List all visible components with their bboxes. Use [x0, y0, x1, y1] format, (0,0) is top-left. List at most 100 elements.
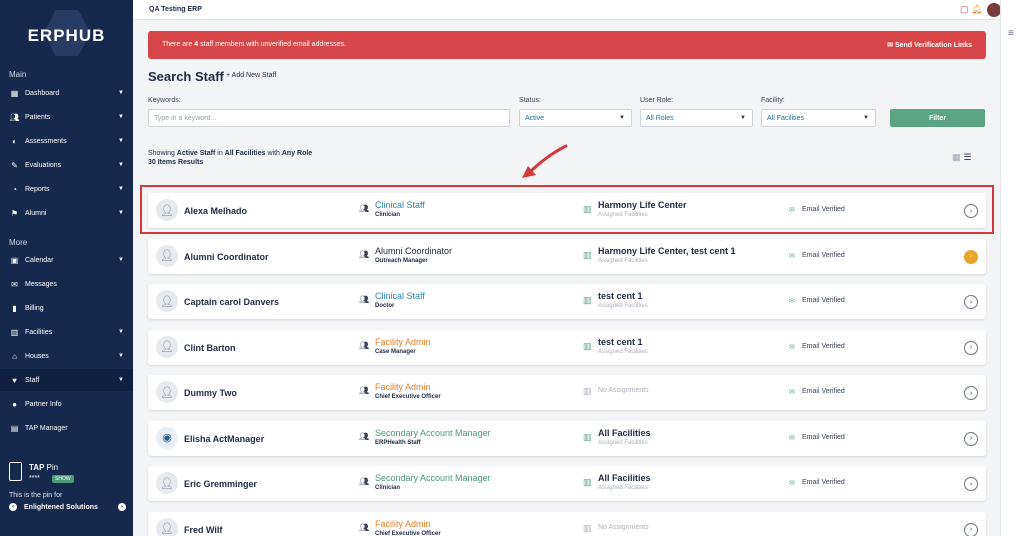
staff-role: Alumni Coordinator [375, 245, 453, 256]
open-staff-button[interactable]: › [964, 431, 978, 446]
dashboard-icon: ▦ [10, 88, 19, 98]
open-staff-button[interactable]: › [964, 249, 978, 264]
sidebar-item-alumni[interactable]: ⚑ Alumni ▼ [0, 202, 133, 224]
right-rail: ≡ [1000, 0, 1024, 536]
chevron-left-icon[interactable]: ‹ [9, 503, 17, 511]
person-avatar-icon: 👤︎ [156, 244, 178, 267]
role-icon: 👥︎ [359, 522, 370, 532]
staff-row[interactable]: 👤︎ Alumni Coordinator 👥︎ Alumni Coordinator… [148, 238, 986, 274]
reports-icon: ◔ [12, 184, 17, 194]
tap-org-switcher[interactable]: ‹ Enlightened Solutions › [9, 503, 126, 511]
chat-notification-icon[interactable]: ▢ [960, 4, 969, 15]
sidebar-item-label: Staff [25, 376, 40, 384]
open-staff-button[interactable]: › [964, 522, 978, 536]
sidebar: ERPHUB Main ▦ Dashboard ▼ 👥︎ Patients ▼ ◐ Asses… [0, 0, 133, 536]
sidebar-item-houses[interactable]: ⌂ Houses ▼ [0, 345, 133, 367]
brand-logo[interactable]: ERPHUB [0, 8, 133, 60]
role-icon: 👥︎ [359, 477, 370, 486]
sidebar-item-messages[interactable]: ✉ Messages [0, 273, 133, 295]
sidebar-item-tap-manager[interactable]: ▤ TAP Manager [0, 417, 133, 439]
open-staff-button[interactable]: › [964, 477, 978, 491]
calendar-icon: ▣ [10, 255, 19, 265]
sidebar-item-billing[interactable]: ▮ Billing [0, 297, 133, 319]
sidebar-item-label: Patients [25, 113, 51, 121]
sidebar-item-facilities[interactable]: ▥ Facilities ▼ [0, 321, 133, 343]
staff-name[interactable]: Dummy Two [184, 388, 237, 398]
chevron-down-icon: ▼ [740, 115, 746, 121]
sidebar-item-assessments[interactable]: ◐ Assessments ▼ [0, 130, 133, 152]
chevron-down-icon: ▼ [118, 257, 124, 263]
facility-select[interactable]: All Facilities ▼ [761, 109, 876, 127]
sidebar-item-evaluations[interactable]: ✎ Evaluations ▼ [0, 154, 133, 176]
staff-row[interactable]: ◉ Elisha ActManager 👥︎ Secondary Account Ma… [148, 420, 986, 456]
keywords-label: Keywords: [148, 97, 181, 104]
staff-row[interactable]: 👤︎ Captain carol Danvers 👥︎ Clinical Staff D… [148, 284, 986, 319]
erp-logo-avatar: ◉ [156, 426, 178, 449]
facility-building-icon: ▥ [583, 295, 592, 305]
send-verification-links-button[interactable]: ✉ Send Verification Links [887, 41, 972, 49]
assessments-icon: ◐ [12, 136, 17, 146]
chevron-down-icon: ▼ [118, 138, 124, 144]
staff-title: Doctor [375, 303, 395, 309]
keywords-input[interactable] [148, 109, 510, 127]
status-label: Status: [519, 97, 541, 104]
role-icon: 👥︎ [359, 249, 370, 259]
filter-button[interactable]: Filter [890, 109, 985, 127]
unverified-email-alert: There are 4 staff members with unverifie… [148, 31, 986, 59]
staff-facility: No Assignments [598, 523, 649, 531]
sidebar-item-staff[interactable]: ♥ Staff ▼ [0, 369, 133, 391]
chevron-down-icon: ▼ [863, 115, 869, 121]
facility-building-icon: ▥ [583, 386, 592, 396]
staff-row[interactable]: 👤︎ Fred Wilf 👥︎ Facility Admin Chief Executi… [148, 511, 986, 536]
menu-icon[interactable]: ≡ [1008, 28, 1014, 39]
sidebar-item-label: Messages [25, 280, 57, 288]
email-verified-icon: ✉ [789, 389, 795, 396]
user-role-select[interactable]: All Roles ▼ [640, 109, 753, 127]
list-view-icon[interactable]: ☰ [964, 152, 972, 163]
status-select[interactable]: Active ▼ [519, 109, 632, 127]
annotation-arrow [522, 144, 568, 178]
staff-name[interactable]: Captain carol Danvers [184, 297, 279, 307]
role-icon: 👥︎ [359, 295, 370, 304]
grid-view-icon[interactable]: ▦ [952, 152, 961, 163]
staff-row[interactable]: 👤︎ Eric Gremminger 👥︎ Secondary Account Man… [148, 466, 986, 501]
evaluations-icon: ✎ [11, 160, 18, 170]
bell-icon[interactable]: 🔔︎ [971, 4, 982, 15]
staff-name[interactable]: Elisha ActManager [184, 434, 264, 444]
show-pin-button[interactable]: SHOW [52, 475, 74, 483]
staff-role: Facility Admin [375, 336, 431, 347]
open-staff-button[interactable]: › [964, 295, 978, 309]
patients-icon: 👥︎ [9, 112, 20, 122]
add-new-staff-link[interactable]: + Add New Staff [226, 72, 276, 79]
sidebar-item-dashboard[interactable]: ▦ Dashboard ▼ [0, 82, 133, 104]
staff-icon: ♥ [12, 375, 17, 385]
email-verified-icon: ✉ [789, 252, 795, 260]
staff-name[interactable]: Alumni Coordinator [184, 252, 269, 262]
tap-pin-title: TAP Pin [29, 463, 59, 472]
facility-subtitle: Assigned Facilities [598, 485, 648, 491]
staff-name[interactable]: Eric Gremminger [184, 479, 257, 489]
open-staff-button[interactable]: › [964, 340, 978, 355]
chevron-right-icon[interactable]: › [118, 503, 126, 511]
sidebar-item-partner-info[interactable]: ● Partner Info [0, 393, 133, 415]
chevron-down-icon: ▼ [118, 377, 124, 383]
person-avatar-icon: 👤︎ [156, 472, 178, 494]
alumni-icon: ⚑ [10, 208, 19, 218]
staff-name[interactable]: Fred Wilf [184, 525, 222, 535]
email-status: Email Verified [802, 433, 845, 441]
email-status: Email Verified [802, 479, 845, 486]
houses-icon: ⌂ [12, 351, 17, 361]
sidebar-item-reports[interactable]: ◔ Reports ▼ [0, 178, 133, 200]
sidebar-item-label: Facilities [25, 328, 53, 336]
brand-name: ERPHUB [27, 26, 106, 45]
sidebar-item-calendar[interactable]: ▣ Calendar ▼ [0, 249, 133, 271]
staff-row[interactable]: 👤︎ Dummy Two 👥︎ Facility Admin Chief Executi… [148, 375, 986, 410]
staff-title: Chief Executive Officer [375, 394, 441, 400]
open-staff-button[interactable]: › [964, 386, 978, 400]
staff-name[interactable]: Clint Barton [184, 343, 236, 353]
staff-role: Secondary Account Manager [375, 427, 491, 438]
staff-row[interactable]: 👤︎ Clint Barton 👥︎ Facility Admin Case Manag… [148, 329, 986, 365]
sidebar-item-patients[interactable]: 👥︎ Patients ▼ [0, 106, 133, 128]
email-status: Email Verified [802, 342, 845, 350]
envelope-icon: ✉ [887, 42, 894, 49]
